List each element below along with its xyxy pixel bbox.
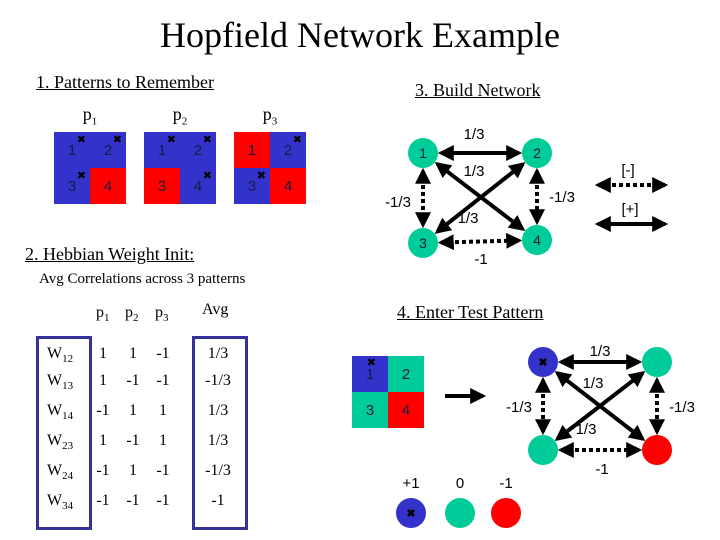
edge-label-w24: -1/3 xyxy=(549,189,575,206)
node-label: 4 xyxy=(533,232,541,248)
state-legend-label: -1 xyxy=(499,475,512,492)
edge-label-w12: 1/3 xyxy=(464,126,485,143)
state-legend-circle xyxy=(491,498,521,528)
edge-label-w14: 1/3 xyxy=(583,375,604,392)
node-3 xyxy=(528,435,558,465)
active-marker-icon: ✖ xyxy=(538,357,547,369)
state-legend-label: 0 xyxy=(456,475,464,492)
state-legend-circle xyxy=(445,498,475,528)
state-legend: +1 ✖ 0 -1 xyxy=(396,475,521,528)
edge-label-w13: -1/3 xyxy=(385,194,411,211)
edge-label-w34: -1 xyxy=(595,461,608,478)
node-label: 1 xyxy=(419,145,427,161)
edge-label-w13: -1/3 xyxy=(506,399,532,416)
active-marker-icon: ✖ xyxy=(406,508,415,520)
negative-edge-label: [-] xyxy=(621,162,634,179)
edge-label-w23: 1/3 xyxy=(576,421,597,438)
node-2 xyxy=(642,347,672,377)
edge-label-w12: 1/3 xyxy=(590,343,611,360)
network-diagrams: 1 2 3 4 1/3 1/3 1/3 -1/3 -1/3 -1 ✖ 1/3 1/3 1/3 -1/3 -1… xyxy=(385,126,695,528)
node-label: 2 xyxy=(533,145,541,161)
positive-edge-label: [+] xyxy=(621,201,638,218)
node-label: 3 xyxy=(419,235,427,251)
build-network-graph: 1 2 3 4 1/3 1/3 1/3 -1/3 -1/3 -1 xyxy=(385,126,575,268)
state-legend-label: +1 xyxy=(402,475,419,492)
node-4 xyxy=(642,435,672,465)
edge-label-w23: 1/3 xyxy=(458,210,479,227)
edge-label-w34: -1 xyxy=(474,251,487,268)
edge-label-w14: 1/3 xyxy=(464,163,485,180)
edge-type-legend: [-] [+] xyxy=(594,162,669,232)
edge-label-w24: -1/3 xyxy=(669,399,695,416)
test-network-graph: ✖ 1/3 1/3 1/3 -1/3 -1/3 -1 xyxy=(506,343,695,478)
edge-w34 xyxy=(437,232,523,251)
